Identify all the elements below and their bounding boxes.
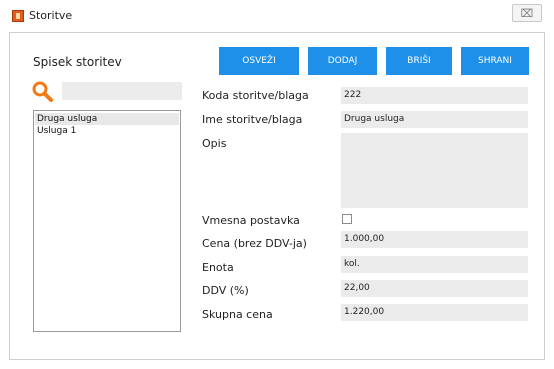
add-button[interactable]: DODAJ — [308, 47, 377, 75]
vat-label: DDV (%) — [202, 284, 249, 297]
total-field[interactable]: 1.220,00 — [341, 304, 528, 321]
unit-field[interactable]: kol. — [341, 256, 528, 273]
app-icon — [12, 10, 24, 22]
list-item-usluga-1[interactable]: Usluga 1 — [35, 125, 179, 137]
price-field[interactable]: 1.000,00 — [341, 231, 528, 248]
list-item-druga-usluga[interactable]: Druga usluga — [35, 113, 179, 125]
total-label: Skupna cena — [202, 308, 273, 321]
delete-button[interactable]: BRIŠI — [386, 47, 452, 75]
title-bar: Storitve ⌧ — [0, 0, 554, 32]
description-field[interactable] — [341, 133, 528, 208]
refresh-button[interactable]: OSVEŽI — [219, 47, 299, 75]
intermediate-label: Vmesna postavka — [202, 214, 300, 227]
name-field[interactable]: Druga usluga — [341, 111, 528, 128]
search-icon[interactable] — [31, 80, 53, 102]
storitve-window: Storitve ⌧ Spisek storitev Druga usluga … — [0, 0, 554, 369]
window-title: Storitve — [29, 9, 73, 22]
service-list[interactable]: Druga usluga Usluga 1 — [33, 110, 181, 332]
unit-label: Enota — [202, 261, 234, 274]
search-input[interactable] — [62, 82, 182, 100]
price-label: Cena (brez DDV-ja) — [202, 237, 307, 250]
close-icon: ⌧ — [520, 6, 534, 20]
name-label: Ime storitve/blaga — [202, 113, 303, 126]
code-field[interactable]: 222 — [341, 87, 528, 104]
vat-field[interactable]: 22,00 — [341, 280, 528, 297]
description-label: Opis — [202, 137, 227, 150]
save-button[interactable]: SHRANI — [461, 47, 529, 75]
service-list-title: Spisek storitev — [33, 55, 122, 69]
intermediate-checkbox[interactable] — [342, 214, 352, 224]
code-label: Koda storitve/blaga — [202, 89, 309, 102]
close-button[interactable]: ⌧ — [512, 4, 542, 22]
